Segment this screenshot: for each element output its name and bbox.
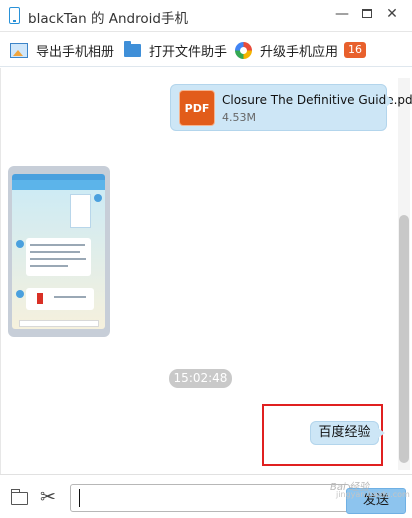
timestamp: 15:02:48 <box>169 369 232 388</box>
title-bar: blackTan 的 Android手机 — ✕ <box>0 0 412 32</box>
screenshot-image[interactable] <box>12 174 105 329</box>
pdf-icon: PDF <box>179 90 215 126</box>
open-file-helper-label: 打开文件助手 <box>149 44 228 60</box>
toolbar: 导出手机相册 打开文件助手 升级手机应用 16 <box>0 33 412 67</box>
export-album-button[interactable]: 导出手机相册 <box>10 40 114 60</box>
watermark-url: jingyan.baidu.com <box>336 490 410 499</box>
text-message-bubble[interactable]: 百度经验 <box>310 421 385 445</box>
screenshot-line <box>30 265 68 267</box>
screenshot-file-card <box>26 288 94 310</box>
screenshot-input <box>19 320 99 327</box>
screenshot-line <box>30 251 80 253</box>
scrollbar-thumb[interactable] <box>399 215 409 463</box>
upgrade-icon <box>235 41 252 59</box>
screenshot-avatar <box>94 194 102 202</box>
close-button[interactable]: ✕ <box>381 4 403 24</box>
album-icon <box>10 42 28 58</box>
screenshot-line <box>30 244 85 246</box>
screenshot-header <box>12 180 105 190</box>
maximize-button[interactable] <box>356 4 378 24</box>
maximize-icon <box>362 9 372 18</box>
upgrade-apps-label: 升级手机应用 <box>260 44 339 60</box>
upgrade-count-badge: 16 <box>344 42 367 58</box>
export-album-label: 导出手机相册 <box>36 44 115 60</box>
screenshot-line <box>30 258 86 260</box>
scissors-icon[interactable]: ✂ <box>39 486 57 508</box>
phone-icon <box>9 7 20 24</box>
text-caret <box>79 489 80 507</box>
upgrade-apps-button[interactable]: 升级手机应用 16 <box>235 40 367 60</box>
screenshot-text-card <box>26 238 91 276</box>
window-title: blackTan 的 Android手机 <box>28 11 188 27</box>
screenshot-line <box>54 296 86 298</box>
file-message-bubble[interactable]: PDF Closure The Definitive Guide.pdf 4.5… <box>170 84 412 131</box>
screenshot-avatar <box>16 240 24 248</box>
message-input[interactable] <box>70 484 350 512</box>
screenshot-avatar <box>16 290 24 298</box>
minimize-button[interactable]: — <box>331 4 353 24</box>
screenshot-pdf-icon <box>37 293 49 304</box>
folder-icon <box>124 40 141 57</box>
file-name: Closure The Definitive Guide.pdf <box>222 93 412 107</box>
open-file-helper-button[interactable]: 打开文件助手 <box>124 40 227 60</box>
screenshot-thumbnail <box>70 194 91 228</box>
folder-icon[interactable] <box>10 489 28 505</box>
file-size: 4.53M <box>222 111 256 124</box>
